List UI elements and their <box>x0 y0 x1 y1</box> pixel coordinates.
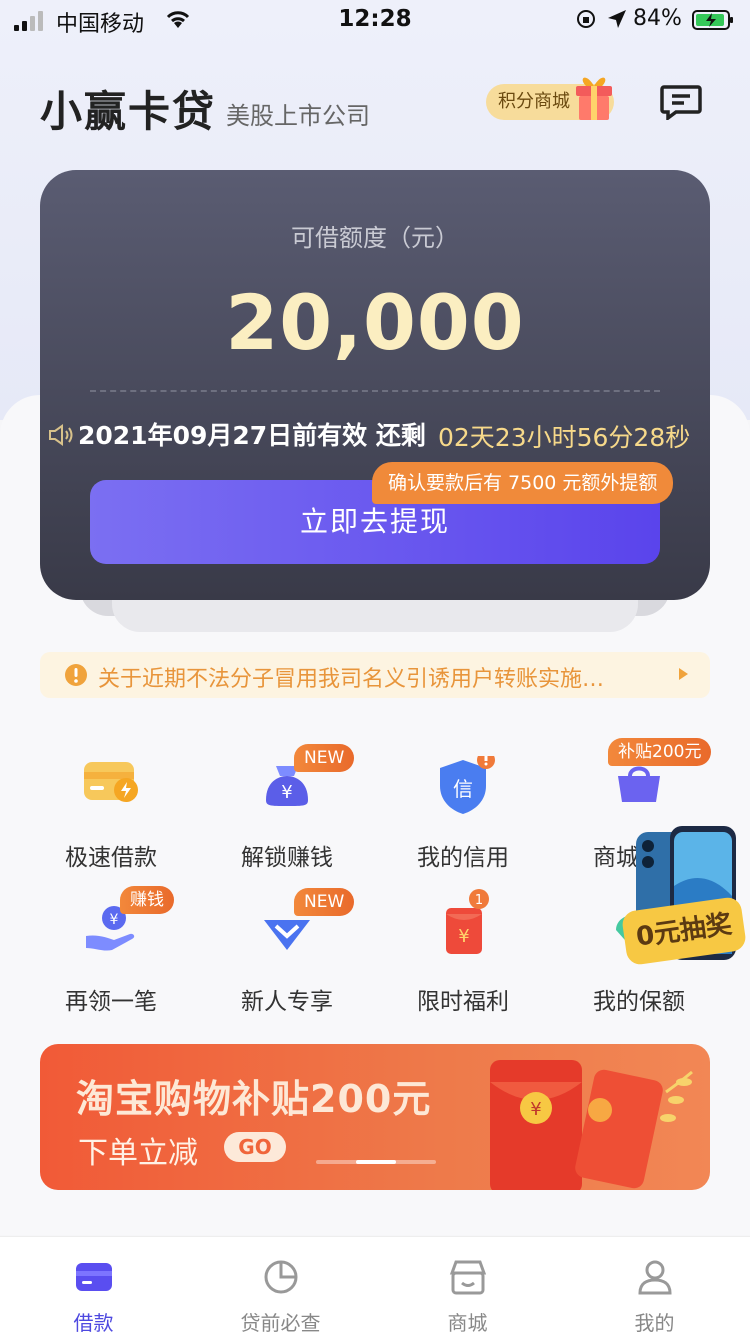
shield-icon: 信 <box>440 756 495 814</box>
divider <box>90 390 660 392</box>
status-bar: 中国移动 12:28 84% <box>0 0 750 44</box>
location-icon <box>608 10 626 28</box>
promo-banner[interactable]: 淘宝购物补贴200元 下单立减 GO ¥ <box>40 1044 710 1190</box>
play-arrow-icon <box>679 668 688 680</box>
quota-amount: 20,000 <box>225 278 525 367</box>
store-icon <box>449 1260 487 1295</box>
brand-subtitle: 美股上市公司 <box>226 102 370 130</box>
tab-label: 借款 <box>73 1311 114 1334</box>
fast-loan-icon <box>84 762 138 802</box>
lucky-draw-float[interactable]: 0元抽奖 <box>620 826 750 976</box>
tab-label: 商城 <box>447 1311 488 1334</box>
speaker-icon <box>49 424 73 446</box>
tab-label: 贷前必查 <box>240 1311 321 1334</box>
tab-pre-loan-check[interactable]: 贷前必查 <box>187 1237 374 1334</box>
grid-label: 再领一笔 <box>65 989 157 1015</box>
grid-label: 新人专享 <box>241 989 333 1015</box>
countdown-timer: 02天23小时56分28秒 <box>438 423 691 452</box>
carousel-indicator <box>316 1160 436 1164</box>
notice-bar[interactable]: 关于近期不法分子冒用我司名义引诱用户转账实施… <box>40 652 710 698</box>
tab-bar: 借款 贷前必查 商城 我的 <box>0 1236 750 1334</box>
pie-chart-icon <box>264 1260 298 1294</box>
grid-item-another-loan[interactable]: ¥ 再领一笔 <box>36 900 186 1040</box>
warning-icon <box>65 664 87 686</box>
grid-item-newcomer[interactable]: 新人专享 <box>212 900 362 1040</box>
grid-item-my-credit[interactable]: 信 我的信用 <box>388 756 538 896</box>
grid-label: 解锁赚钱 <box>241 845 333 871</box>
svg-text:信: 信 <box>453 777 473 801</box>
subsidy-badge: 补贴200元 <box>608 738 712 766</box>
new-badge: NEW <box>294 888 355 916</box>
brand-title: 小赢卡贷 <box>40 87 217 136</box>
new-badge: NEW <box>294 744 355 772</box>
grid-label: 限时福利 <box>417 989 509 1015</box>
grid-item-unlock-earn[interactable]: ¥ 解锁赚钱 <box>212 756 362 896</box>
banner-go-button[interactable]: GO <box>224 1132 286 1162</box>
rotation-lock-icon <box>577 10 595 28</box>
earn-badge: 赚钱 <box>120 886 174 914</box>
grid-label: 我的保额 <box>593 989 685 1015</box>
user-icon <box>638 1260 672 1295</box>
points-mall-label: 积分商城 <box>498 91 570 112</box>
banner-subtitle: 下单立减 <box>78 1136 198 1171</box>
red-envelope-art: ¥ <box>490 1060 693 1190</box>
card-icon <box>76 1263 112 1291</box>
card-stack-shadow-2 <box>112 596 638 632</box>
grid-item-fast-loan[interactable]: 极速借款 <box>36 756 186 896</box>
tab-label: 我的 <box>634 1311 675 1334</box>
tab-profile[interactable]: 我的 <box>561 1237 748 1334</box>
grid-label: 我的信用 <box>417 845 509 871</box>
grid-item-limited-benefit[interactable]: ¥ 限时福利 <box>388 900 538 1040</box>
svg-text:¥: ¥ <box>458 926 469 947</box>
quota-label: 可借额度（元） <box>291 224 459 252</box>
svg-text:¥: ¥ <box>281 782 292 803</box>
svg-text:¥: ¥ <box>530 1099 541 1120</box>
validity-text: 2021年09月27日前有效 还剩 <box>78 421 426 450</box>
grid-label: 极速借款 <box>65 845 157 871</box>
battery-percent: 84% <box>633 6 682 31</box>
message-icon[interactable] <box>660 84 702 120</box>
svg-text:¥: ¥ <box>110 912 119 928</box>
battery-icon <box>692 10 733 30</box>
tab-loan[interactable]: 借款 <box>0 1237 187 1334</box>
count-badge-icon: 1 <box>469 889 489 909</box>
banner-title: 淘宝购物补贴200元 <box>76 1077 432 1121</box>
notice-text: 关于近期不法分子冒用我司名义引诱用户转账实施… <box>98 667 605 692</box>
quota-card: 可借额度（元） 20,000 2021年09月27日前有效 还剩 02天23小时… <box>40 170 710 600</box>
extra-quota-tip: 确认要款后有 7500 元额外提额 <box>372 462 674 504</box>
svg-text:1: 1 <box>475 893 483 908</box>
gift-icon[interactable] <box>572 72 616 122</box>
tab-mall[interactable]: 商城 <box>374 1237 561 1334</box>
